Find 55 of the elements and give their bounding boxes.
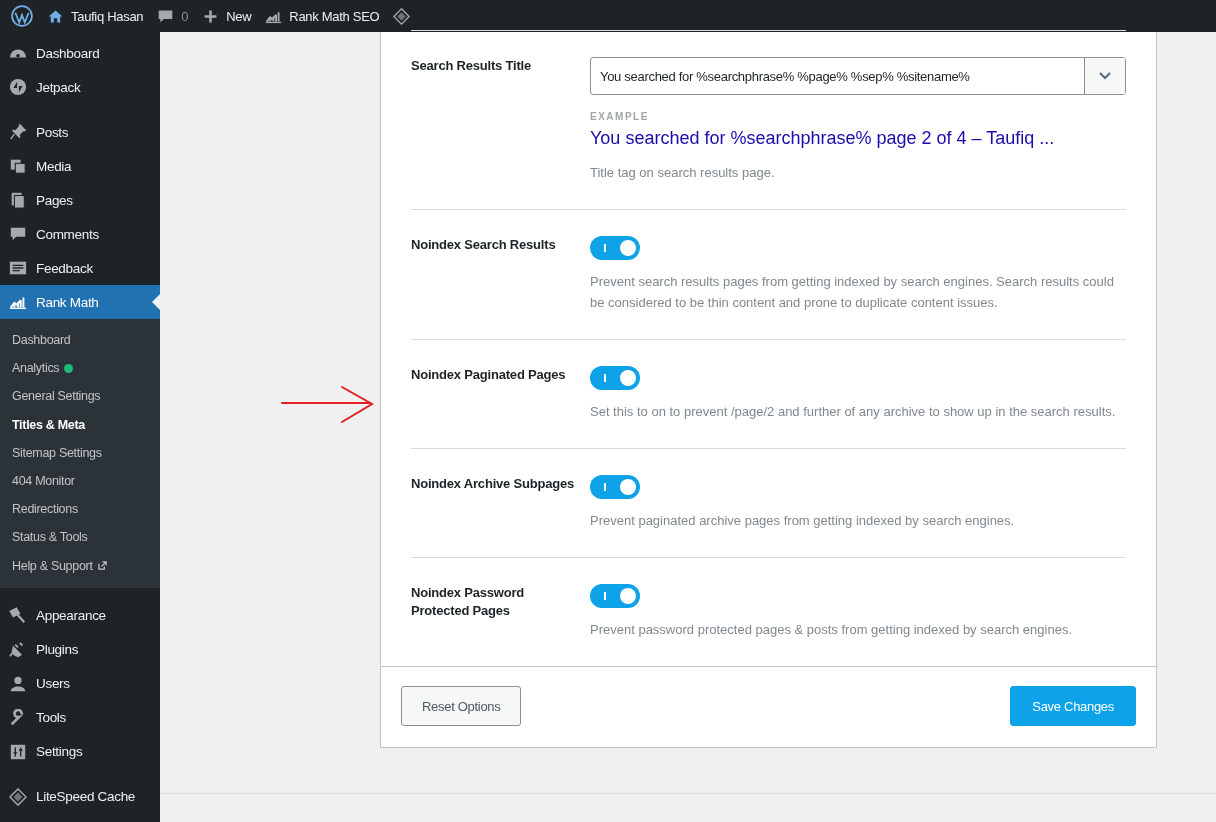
setting-description: Set this to on to prevent /page/2 and further of any archive to show up in the search results. [590, 403, 1117, 421]
menu-item[interactable]: Rank Math [0, 285, 160, 319]
menu-item[interactable]: Tools [0, 700, 160, 735]
example-label: EXAMPLE [590, 111, 650, 122]
menu-item[interactable]: Appearance [0, 598, 160, 633]
menu-item[interactable]: Feedback [0, 251, 160, 285]
setting-label: Noindex Search Results [411, 236, 557, 254]
setting-description: Title tag on search results page. [590, 164, 776, 182]
menu-item[interactable]: Dashboard [0, 36, 160, 70]
menu-item[interactable]: Comments [0, 217, 160, 251]
submenu-item[interactable]: Redirections [12, 502, 78, 517]
setting-label: Noindex Archive Subpages [411, 475, 576, 493]
diamond-icon[interactable] [393, 7, 411, 25]
submenu-item[interactable]: Status & Tools [12, 530, 88, 545]
submenu-item[interactable]: Titles & Meta [12, 417, 85, 432]
toggle-switch[interactable] [590, 584, 640, 608]
pages-icon [9, 191, 27, 209]
menu-item[interactable]: Posts [0, 115, 160, 149]
setting-description: Prevent paginated archive pages from getting indexed by search engines. [590, 512, 1016, 530]
menu-item[interactable]: Jetpack [0, 70, 160, 104]
menu-item[interactable]: Pages [0, 183, 160, 217]
setting-description: Prevent search results pages from getting indexed by search engines. Search results could be considered to be thin content and prone to duplicate content issues. [590, 273, 1115, 312]
new-link[interactable]: New [195, 0, 259, 32]
reset-options-button[interactable]: Reset Options [401, 686, 522, 726]
menu-item[interactable]: Media [0, 149, 160, 183]
diamond-icon [9, 787, 27, 806]
submenu-item[interactable]: Sitemap Settings [12, 445, 102, 460]
title-select[interactable]: You searched for %searchphrase% %page% %sep% %sitename% [590, 57, 1126, 95]
form-icon [9, 259, 27, 277]
paintbrush-icon [9, 606, 27, 625]
setting-label: Noindex Password Protected Pages [411, 584, 526, 620]
chevron-down-icon [1099, 72, 1111, 80]
setting-label: Noindex Paginated Pages [411, 366, 567, 384]
menu-item[interactable]: Plugins [0, 632, 160, 667]
site-name-link[interactable]: Taufiq Hasan [40, 0, 151, 32]
example-title: You searched for %searchphrase% page 2 of 4 – Taufiq ... [590, 128, 1056, 149]
menu-item[interactable]: Users [0, 666, 160, 701]
submenu-item[interactable]: 404 Monitor [12, 474, 75, 489]
setting-label: Search Results Title [411, 57, 533, 75]
user-icon [9, 674, 27, 693]
comments-link[interactable]: 0 [150, 0, 196, 32]
toggle-switch[interactable] [590, 236, 640, 260]
toggle-switch[interactable] [590, 366, 640, 390]
menu-item[interactable]: LiteSpeed Cache [0, 779, 160, 814]
sliders-icon [9, 742, 27, 761]
media-icon [9, 157, 27, 175]
toggle-switch[interactable] [590, 475, 640, 499]
submenu-item[interactable]: Dashboard [12, 333, 71, 348]
pushpin-icon [9, 123, 27, 141]
submenu-item[interactable]: General Settings [12, 389, 101, 404]
menu-item[interactable]: Settings [0, 734, 160, 769]
submenu-item[interactable]: Analytics [12, 361, 60, 376]
setting-description: Prevent password protected pages & posts from getting indexed by search engines. [590, 621, 1073, 639]
submenu-item[interactable]: Help & Support [12, 558, 93, 573]
rank-math-link[interactable]: Rank Math SEO [258, 0, 387, 32]
